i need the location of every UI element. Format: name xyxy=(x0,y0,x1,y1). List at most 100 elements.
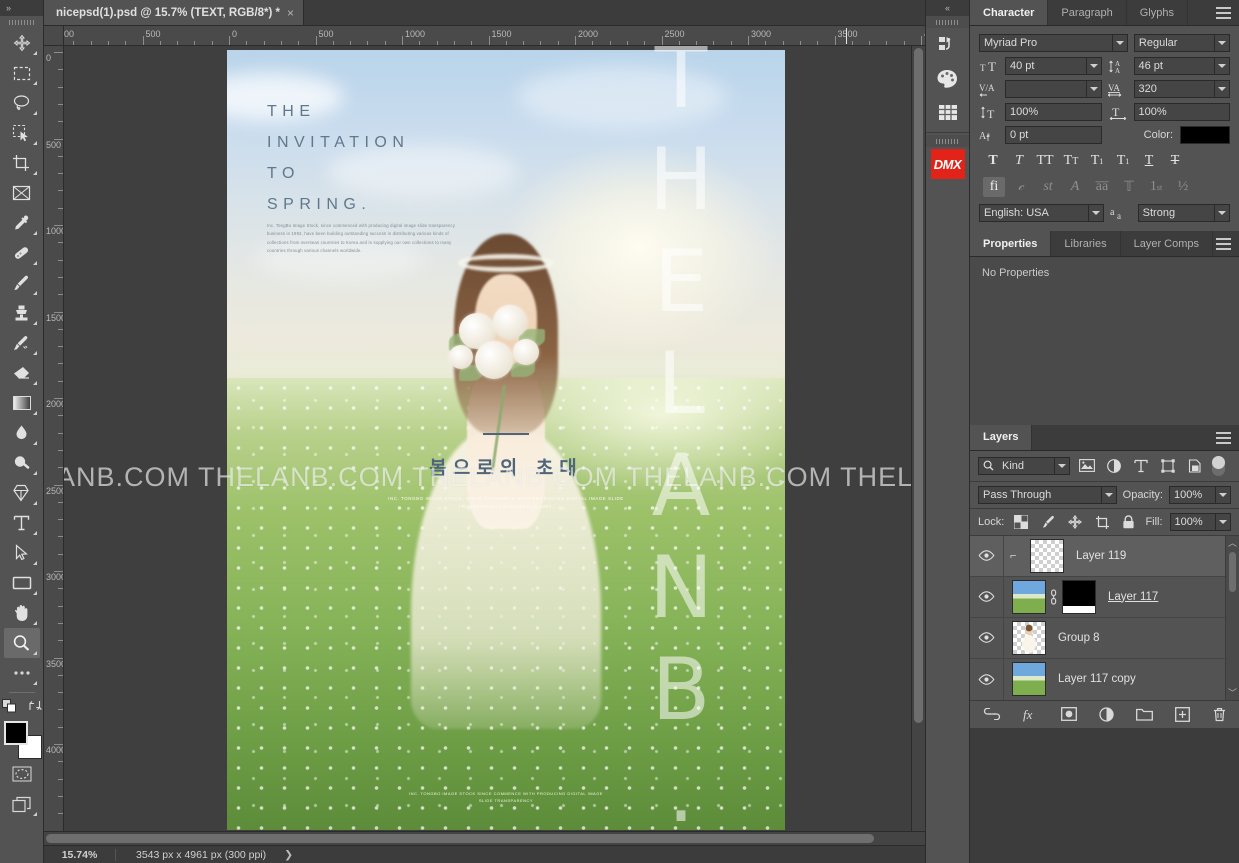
anti-alias-value[interactable]: Strong xyxy=(1137,204,1214,222)
canvas-horizontal-scrollbar[interactable] xyxy=(44,831,925,845)
language-value[interactable]: English: USA xyxy=(979,204,1088,222)
lock-artboard-icon[interactable] xyxy=(1092,513,1112,531)
filter-enable-toggle[interactable] xyxy=(1212,455,1225,476)
tab-layers[interactable]: Layers xyxy=(970,424,1033,450)
language-select[interactable]: English: USA xyxy=(979,204,1104,222)
layer-visibility-toggle[interactable] xyxy=(970,658,1004,700)
layer-thumbnail[interactable] xyxy=(1030,538,1064,573)
layer-name[interactable]: Layer 117 copy xyxy=(1058,673,1136,685)
lock-position-icon[interactable] xyxy=(1065,513,1085,531)
horizontal-ruler[interactable]: 000 500 0 500 1000 1500 2000 2500 3000 3500 4000 xyxy=(64,26,925,46)
dock-drag-handle-2[interactable] xyxy=(926,135,969,147)
discretionary-ligatures-button[interactable]: st xyxy=(1037,177,1059,197)
tab-paragraph[interactable]: Paragraph xyxy=(1048,0,1127,25)
leading-value[interactable]: 46 pt xyxy=(1133,57,1214,75)
filter-shape-icon[interactable] xyxy=(1158,457,1178,475)
baseline-shift-value[interactable]: 0 pt xyxy=(1005,126,1102,144)
font-style-value[interactable]: Regular xyxy=(1133,34,1214,52)
layer-name[interactable]: Layer 119 xyxy=(1076,550,1126,562)
chevron-down-icon[interactable] xyxy=(1214,204,1230,222)
fill-value[interactable]: 100% xyxy=(1169,512,1216,531)
layer-thumbnail[interactable] xyxy=(1012,579,1046,614)
frame-tool[interactable] xyxy=(4,178,40,208)
faux-italic-button[interactable]: T xyxy=(1009,151,1029,171)
zoom-level[interactable]: 15.74% xyxy=(44,848,116,861)
table-row[interactable]: Layer 117 copy xyxy=(970,658,1239,700)
chevron-down-icon[interactable] xyxy=(1111,34,1128,52)
delete-layer-icon[interactable] xyxy=(1212,707,1227,722)
filter-adjustment-icon[interactable] xyxy=(1104,457,1124,475)
toolbar-collapse-button[interactable]: » xyxy=(0,0,43,16)
font-size-value[interactable]: 40 pt xyxy=(1005,57,1086,75)
spot-healing-brush-tool[interactable] xyxy=(4,238,40,268)
scrollbar-thumb[interactable] xyxy=(46,834,875,843)
kerning-value[interactable] xyxy=(1005,80,1086,98)
strikethrough-button[interactable]: T xyxy=(1165,151,1185,171)
filter-type-icon[interactable] xyxy=(1131,457,1151,475)
scrollbar-thumb[interactable] xyxy=(1229,551,1236,592)
move-tool[interactable] xyxy=(4,28,40,58)
opacity-field[interactable]: 100% xyxy=(1169,485,1231,504)
superscript-button[interactable]: T1 xyxy=(1087,151,1107,171)
blur-tool[interactable] xyxy=(4,418,40,448)
screen-mode-icon[interactable] xyxy=(4,789,40,819)
fractions-button[interactable]: ½ xyxy=(1172,177,1194,197)
dodge-tool[interactable] xyxy=(4,448,40,478)
lock-all-icon[interactable] xyxy=(1119,513,1139,531)
chevron-down-icon[interactable] xyxy=(1214,57,1230,75)
scroll-down-icon[interactable]: ﹀ xyxy=(1226,686,1239,700)
add-layer-mask-icon[interactable] xyxy=(1060,707,1077,721)
layer-visibility-toggle[interactable] xyxy=(970,617,1004,658)
canvas-vertical-scrollbar[interactable] xyxy=(911,46,925,831)
text-color-swatch[interactable] xyxy=(1180,126,1230,144)
blend-mode-select[interactable]: Pass Through xyxy=(978,485,1117,504)
lasso-tool[interactable] xyxy=(4,88,40,118)
swatches-palette-icon[interactable] xyxy=(929,62,967,96)
clone-stamp-tool[interactable] xyxy=(4,298,40,328)
history-icon[interactable] xyxy=(929,28,967,62)
chevron-down-icon[interactable] xyxy=(1054,456,1070,475)
layer-mask-thumbnail[interactable] xyxy=(1062,579,1096,614)
tab-layer-comps[interactable]: Layer Comps xyxy=(1121,231,1214,256)
table-row[interactable]: ⌐ Layer 119 xyxy=(970,535,1239,577)
kerning-field[interactable] xyxy=(1005,80,1102,98)
ordinals-button[interactable]: 1st xyxy=(1145,177,1167,197)
layer-visibility-toggle[interactable] xyxy=(970,535,1004,576)
rectangular-marquee-tool[interactable] xyxy=(4,58,40,88)
layers-scrollbar[interactable]: ︿ ﹀ xyxy=(1225,535,1239,700)
table-row[interactable]: Group 8 xyxy=(970,617,1239,659)
rectangle-tool[interactable] xyxy=(4,568,40,598)
new-group-icon[interactable] xyxy=(1135,708,1153,721)
toolbar-drag-handle[interactable] xyxy=(0,16,43,28)
path-selection-tool[interactable] xyxy=(4,538,40,568)
quick-mask-mode-icon[interactable] xyxy=(4,759,40,789)
anti-alias-select[interactable]: Strong xyxy=(1137,204,1230,222)
chevron-down-icon[interactable] xyxy=(1214,34,1230,52)
layer-name[interactable]: Group 8 xyxy=(1058,632,1100,644)
eraser-tool[interactable] xyxy=(4,358,40,388)
blend-mode-value[interactable]: Pass Through xyxy=(978,485,1101,504)
swash-button[interactable]: A xyxy=(1064,177,1086,197)
tab-libraries[interactable]: Libraries xyxy=(1051,231,1121,256)
chevron-down-icon[interactable] xyxy=(1215,512,1232,531)
document-tab[interactable]: nicepsd(1).psd @ 15.7% (TEXT, RGB/8*) * … xyxy=(44,0,305,25)
close-icon[interactable]: × xyxy=(287,6,294,20)
table-row[interactable]: Layer 117 xyxy=(970,576,1239,618)
scroll-up-icon[interactable]: ︿ xyxy=(1226,536,1239,550)
layer-style-fx-icon[interactable]: fx xyxy=(1023,707,1039,722)
lock-image-pixels-icon[interactable] xyxy=(1038,513,1058,531)
type-tool[interactable] xyxy=(4,508,40,538)
stylistic-alternates-button[interactable]: a̅a̅ xyxy=(1091,177,1113,197)
fill-field[interactable]: 100% xyxy=(1169,512,1232,531)
vertical-ruler[interactable]: 050010001500200025003000350040004500 xyxy=(44,46,64,831)
ruler-corner[interactable] xyxy=(44,26,64,46)
tab-properties[interactable]: Properties xyxy=(970,231,1052,256)
layer-name[interactable]: Layer 117 xyxy=(1108,591,1158,603)
tab-glyphs[interactable]: Glyphs xyxy=(1127,0,1188,25)
layer-visibility-toggle[interactable] xyxy=(970,576,1004,617)
layer-thumbnail[interactable] xyxy=(1012,620,1046,655)
standard-ligatures-button[interactable]: fi xyxy=(983,177,1005,197)
new-layer-icon[interactable] xyxy=(1174,706,1190,722)
titling-alternates-button[interactable]: 𝕋 xyxy=(1118,177,1140,197)
layers-panel-menu-icon[interactable] xyxy=(1216,431,1231,447)
